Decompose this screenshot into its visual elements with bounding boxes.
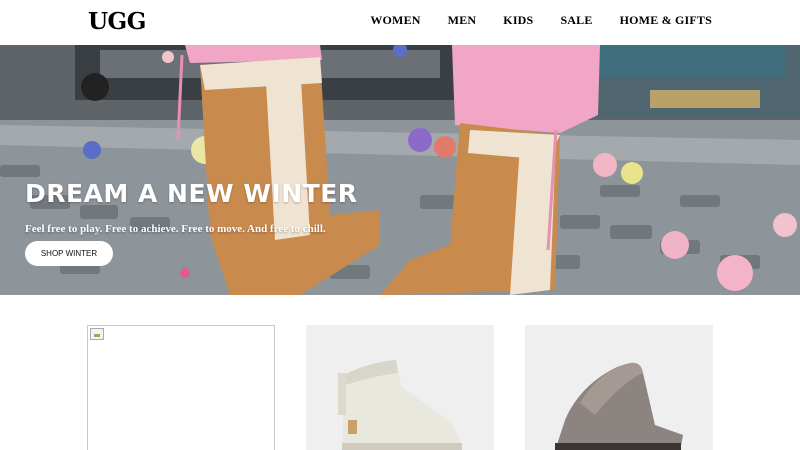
hero-title: DREAM A NEW WINTER [25,179,358,208]
grey-slipper-image [555,362,683,450]
ugg-logo[interactable]: UGG [88,8,146,35]
product-card[interactable] [525,325,713,450]
main-nav: WOMEN MEN KIDS SALE HOME & GIFTS [370,13,712,28]
hero-banner[interactable]: DREAM A NEW WINTER Feel free to play. Fr… [0,45,800,295]
product-card[interactable] [87,325,275,450]
product-grid [0,325,800,450]
nav-home-gifts[interactable]: HOME & GIFTS [620,13,712,28]
nav-women[interactable]: WOMEN [370,13,420,28]
nav-sale[interactable]: SALE [560,13,592,28]
hero-photo [0,45,800,295]
hero-subtitle: Feel free to play. Free to achieve. Free… [25,223,326,235]
shop-winter-button[interactable]: SHOP WINTER [25,241,113,266]
product-card[interactable] [306,325,494,450]
broken-image-icon [90,328,104,340]
white-mini-boot-image [338,360,462,450]
nav-kids[interactable]: KIDS [503,13,533,28]
site-header: UGG WOMEN MEN KIDS SALE HOME & GIFTS [0,0,800,45]
nav-men[interactable]: MEN [448,13,477,28]
